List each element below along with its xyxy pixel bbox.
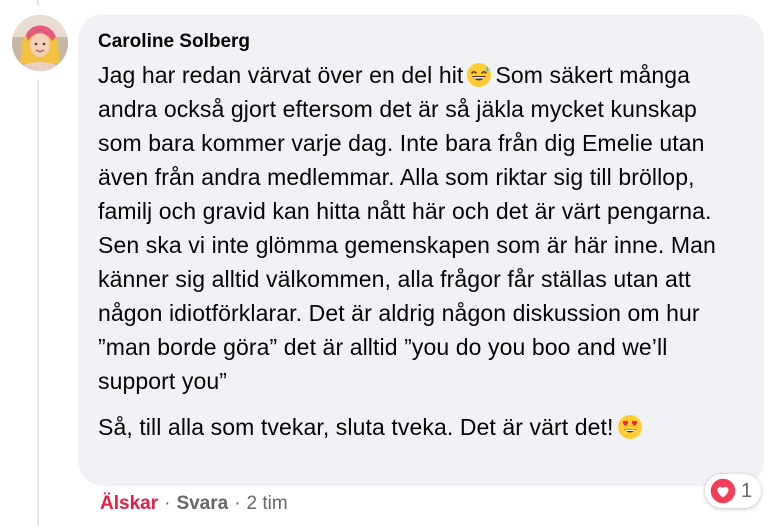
thread-line bbox=[37, 80, 39, 526]
grinning-face-with-sweat-icon bbox=[466, 62, 492, 88]
comment-author-name[interactable]: Caroline Solberg bbox=[98, 30, 744, 54]
love-reaction-icon bbox=[709, 477, 737, 505]
comment-text-2: Så, till alla som tvekar, sluta tveka. D… bbox=[98, 414, 614, 440]
separator-dot: · bbox=[234, 493, 241, 514]
comment-paragraph-2: Så, till alla som tvekar, sluta tveka. D… bbox=[98, 410, 744, 444]
love-button[interactable]: Älskar bbox=[100, 493, 158, 515]
reply-button[interactable]: Svara bbox=[176, 493, 228, 515]
comment-timestamp[interactable]: 2 tim bbox=[247, 493, 288, 515]
reaction-count: 1 bbox=[741, 479, 753, 502]
avatar-photo bbox=[12, 15, 68, 71]
comment-bubble: Caroline Solberg Jag har redan värvat öv… bbox=[78, 14, 764, 486]
comment-text-1a: Jag har redan värvat över en del hit bbox=[98, 62, 464, 88]
comment-text-1b: Som säkert många andra också gjort efter… bbox=[98, 62, 723, 394]
smiling-face-with-heart-eyes-icon bbox=[617, 414, 643, 440]
comment-actions: Älskar · Svara · 2 tim bbox=[100, 491, 288, 517]
comment-paragraph-1: Jag har redan värvat över en del hit Som… bbox=[98, 58, 744, 398]
reaction-summary[interactable]: 1 bbox=[705, 474, 761, 508]
thread-line-top bbox=[37, 0, 39, 6]
avatar[interactable] bbox=[12, 15, 68, 71]
separator-dot: · bbox=[164, 493, 171, 514]
